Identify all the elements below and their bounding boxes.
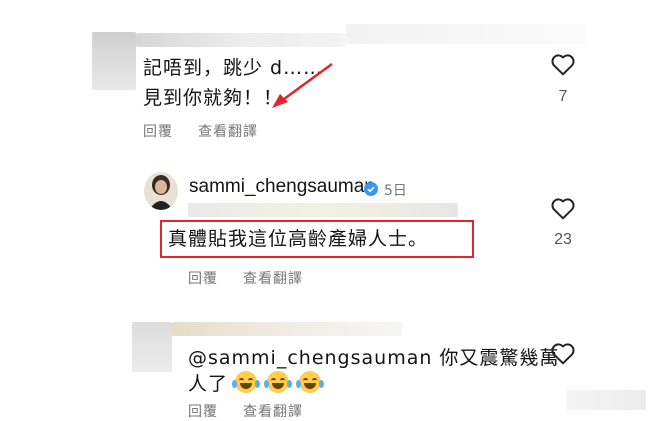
comment-2-text: 真體貼我這位高齡產婦人士。	[168, 228, 429, 250]
verified-badge-icon	[364, 182, 378, 196]
tears-of-joy-emoji	[264, 371, 293, 393]
blurred-avatar	[92, 32, 136, 90]
comment-3-translate-link[interactable]: 查看翻譯	[243, 401, 303, 421]
arrow-annotation	[272, 62, 333, 108]
heart-outline-icon	[551, 198, 575, 220]
tears-of-joy-emoji	[232, 371, 261, 393]
tears-of-joy-emoji	[296, 371, 325, 393]
comment-2-like-count: 23	[554, 231, 572, 248]
blurred-strip	[346, 24, 586, 44]
comment-3-reply-button[interactable]: 回覆	[188, 401, 218, 421]
comment-1-translate-link[interactable]: 查看翻譯	[198, 121, 258, 141]
blurred-avatar	[132, 322, 172, 372]
comment-1-like-count: 7	[558, 88, 568, 105]
blurred-strip	[188, 203, 458, 217]
comment-1-reply-button[interactable]: 回覆	[143, 121, 173, 141]
comment-3-line-2-text: 人了	[188, 373, 229, 395]
heart-outline-icon	[551, 54, 575, 76]
heart-outline-icon	[551, 343, 575, 365]
comment-2-username[interactable]: sammi_chengsauman	[189, 176, 375, 198]
comment-1-like-button[interactable]	[550, 52, 576, 76]
blurred-username	[136, 33, 346, 47]
comment-2-translate-link[interactable]: 查看翻譯	[243, 268, 303, 288]
avatar-photo	[149, 175, 173, 210]
comment-2-time: 5日	[384, 183, 407, 199]
avatar[interactable]	[144, 172, 178, 210]
comment-3-like-button[interactable]	[550, 341, 576, 365]
watermark	[566, 390, 646, 410]
comment-2-like-button[interactable]	[550, 196, 576, 220]
blurred-username	[172, 322, 402, 336]
comment-3-line-2: 人了	[188, 370, 325, 398]
comment-3-line-1: @sammi_chengsauman 你又震驚幾萬	[188, 347, 560, 369]
comment-2-reply-button[interactable]: 回覆	[188, 268, 218, 288]
